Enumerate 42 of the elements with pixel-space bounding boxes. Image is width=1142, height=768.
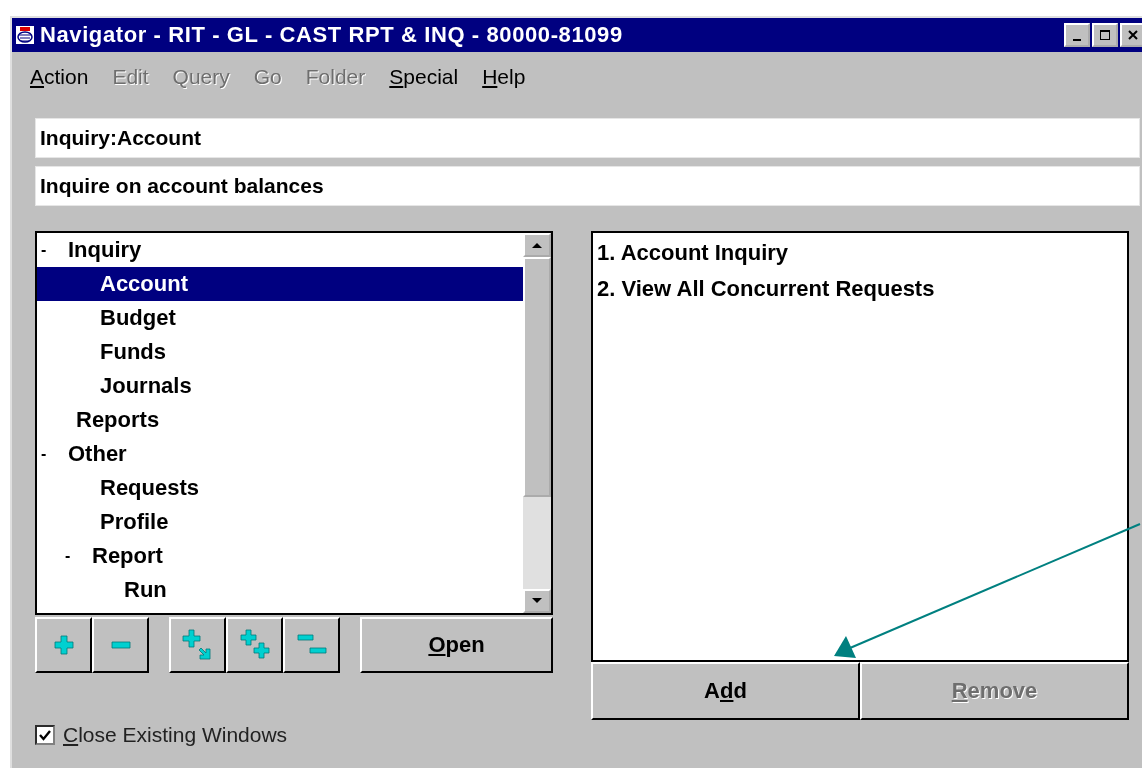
tree-item[interactable]: Journals bbox=[37, 369, 523, 403]
maximize-button[interactable] bbox=[1092, 23, 1118, 47]
minimize-button[interactable] bbox=[1064, 23, 1090, 47]
expand-all-button[interactable] bbox=[226, 617, 283, 673]
open-button[interactable]: Open bbox=[360, 617, 553, 673]
window-title: Navigator - RIT - GL - CAST RPT & INQ - 80000-81099 bbox=[40, 22, 623, 48]
tree-item[interactable]: Requests bbox=[37, 471, 523, 505]
checkmark-icon bbox=[38, 728, 52, 742]
tree-item[interactable]: - Report bbox=[37, 539, 523, 573]
scroll-down-icon[interactable] bbox=[531, 597, 543, 605]
tree-item[interactable]: Account bbox=[37, 267, 523, 301]
tree-item[interactable]: Funds bbox=[37, 335, 523, 369]
menu-item[interactable]: Action bbox=[26, 60, 93, 94]
app-icon bbox=[16, 26, 34, 44]
list-item[interactable]: 1. Account Inquiry bbox=[593, 235, 1127, 271]
plus-icon bbox=[53, 635, 74, 655]
menu-item[interactable]: Help bbox=[478, 60, 530, 94]
function-name-field[interactable]: Inquiry:Account bbox=[35, 118, 1140, 158]
description-field[interactable]: Inquire on account balances bbox=[35, 166, 1140, 206]
tree-item[interactable]: - Inquiry bbox=[37, 233, 523, 267]
list-button[interactable]: Add bbox=[591, 662, 860, 720]
minimize-icon bbox=[1073, 39, 1081, 41]
checkbox[interactable] bbox=[35, 725, 55, 745]
tree-item[interactable]: Profile bbox=[37, 505, 523, 539]
tree-item[interactable]: Reports bbox=[37, 403, 523, 437]
double-plus-icon bbox=[237, 628, 272, 662]
collapse-button[interactable] bbox=[92, 617, 149, 673]
menu-item[interactable]: Special bbox=[385, 60, 463, 94]
tree-item[interactable]: Budget bbox=[37, 301, 523, 335]
collapse-all-button[interactable] bbox=[283, 617, 340, 673]
maximize-icon bbox=[1099, 29, 1111, 41]
tree-item[interactable]: Run bbox=[37, 573, 523, 607]
expand-branch-button[interactable] bbox=[169, 617, 226, 673]
scrollbar[interactable] bbox=[523, 233, 551, 613]
scroll-up-icon[interactable] bbox=[531, 241, 543, 249]
close-button[interactable] bbox=[1120, 23, 1142, 47]
expand-button[interactable] bbox=[35, 617, 92, 673]
checkbox-label[interactable]: Close Existing Windows bbox=[63, 723, 288, 747]
list-item[interactable]: 2. View All Concurrent Requests bbox=[593, 271, 1127, 307]
minus-icon bbox=[110, 641, 131, 649]
tree-item[interactable]: - Other bbox=[37, 437, 523, 471]
close-icon bbox=[1127, 29, 1139, 41]
